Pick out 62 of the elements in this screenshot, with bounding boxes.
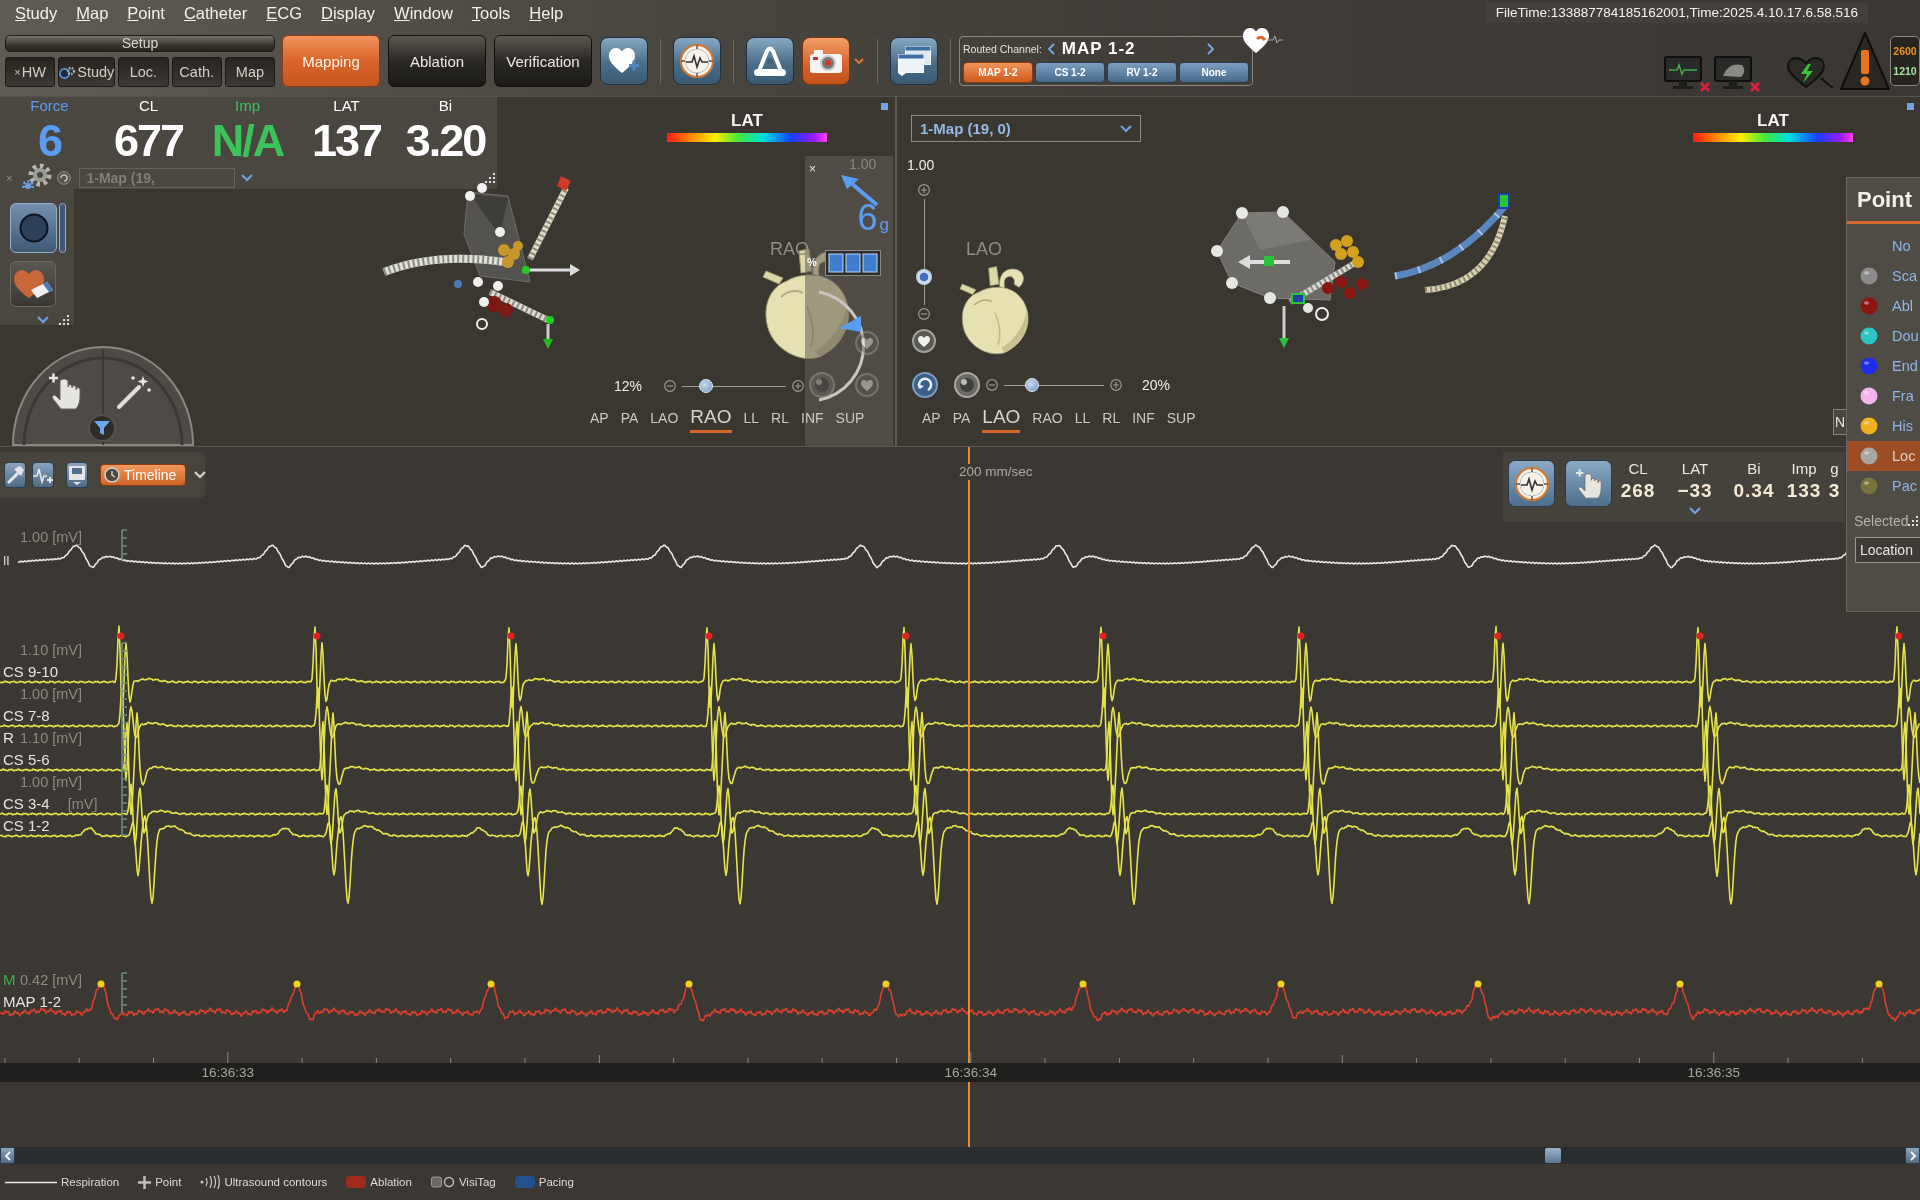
force-unit: g [879, 216, 889, 234]
legend-title: LAT [1757, 111, 1789, 130]
scale-value: 1.00 [907, 157, 935, 173]
scale-value: 1.00 [849, 157, 877, 171]
legend-label: VisiTag [458, 1176, 496, 1188]
reading-label: Imp [1791, 460, 1817, 477]
routed-channel-value: MAP 1-2 [1061, 39, 1136, 59]
channel-scale-label: 1.00 [mV] [20, 686, 83, 702]
legend-label: Pacing [538, 1176, 574, 1188]
channel-scale-label: [mV] [67, 796, 98, 812]
channel-name: CS 5-6 [3, 752, 50, 768]
reading-value: 137 [311, 116, 382, 166]
reading-label: Imp [235, 97, 260, 114]
channel-name: CS 9-10 [3, 664, 59, 680]
channel-tag: R [3, 730, 20, 746]
channel-name: CS 7-8 [3, 708, 50, 724]
reading-label: LAT [1681, 460, 1709, 477]
channel-name: CS 3-4 [3, 796, 50, 812]
channel-scale-label: 0.42 [mV] [20, 972, 83, 988]
channel-name: II [3, 554, 10, 568]
percent-label: % [807, 256, 817, 268]
alert-count: 2600 [1893, 45, 1917, 57]
channel-scale-label: 1.00 [mV] [20, 529, 83, 545]
channel-tag: M [3, 972, 20, 988]
orientation-label: RAO [770, 239, 809, 259]
alert-count: 1210 [1893, 65, 1917, 77]
file-time-label: FileTime:133887784185162001,Time:2025.4.10.17.6.58.516 [1485, 3, 1868, 23]
legend-label: Ablation [370, 1176, 412, 1188]
reading-value: N/A [211, 116, 284, 166]
legend-label: Respiration [61, 1176, 120, 1188]
time-label: 16:36:34 [943, 1063, 999, 1082]
orientation-label: LAO [966, 239, 1003, 259]
reading-value: 3 [1828, 479, 1841, 503]
zoom-reading: 12% [614, 378, 643, 394]
channel-name: MAP 1-2 [3, 994, 62, 1010]
zoom-reading: 20% [1142, 377, 1171, 393]
legend-label: Ultrasound contours [224, 1176, 328, 1188]
force-value: 6 [857, 199, 878, 237]
reading-label: Bi [1747, 460, 1761, 477]
reading-value: −33 [1677, 479, 1713, 503]
reading-label: CL [138, 97, 159, 114]
panel-title: Point [1847, 178, 1920, 224]
reading-value: 133 [1786, 479, 1822, 503]
reading-label: LAT [333, 97, 360, 114]
reading-label: Force [30, 97, 69, 114]
reading-value: 6 [38, 116, 61, 166]
channel-scale-label: 1.10 [mV] [20, 730, 83, 746]
reading-label: Bi [438, 97, 453, 114]
reading-value: 0.34 [1733, 479, 1775, 503]
channel-scale-label: 1.00 [mV] [20, 774, 83, 790]
selection-label: Selected [1854, 513, 1909, 529]
reading-value: 3.20 [405, 116, 486, 166]
reading-label: CL [1628, 460, 1648, 477]
legend-title: LAT [731, 111, 763, 130]
sweep-speed-label: 200 mm/sec [958, 464, 1034, 480]
routed-channel-label: Routed Channel: [963, 43, 1042, 55]
channel-scale-label: 1.10 [mV] [20, 642, 83, 658]
legend-label: Point [155, 1176, 182, 1188]
reading-label: g [1830, 460, 1839, 477]
reading-value: 677 [113, 116, 184, 166]
reading-value: 268 [1620, 479, 1656, 503]
channel-name: CS 1-2 [3, 818, 50, 834]
